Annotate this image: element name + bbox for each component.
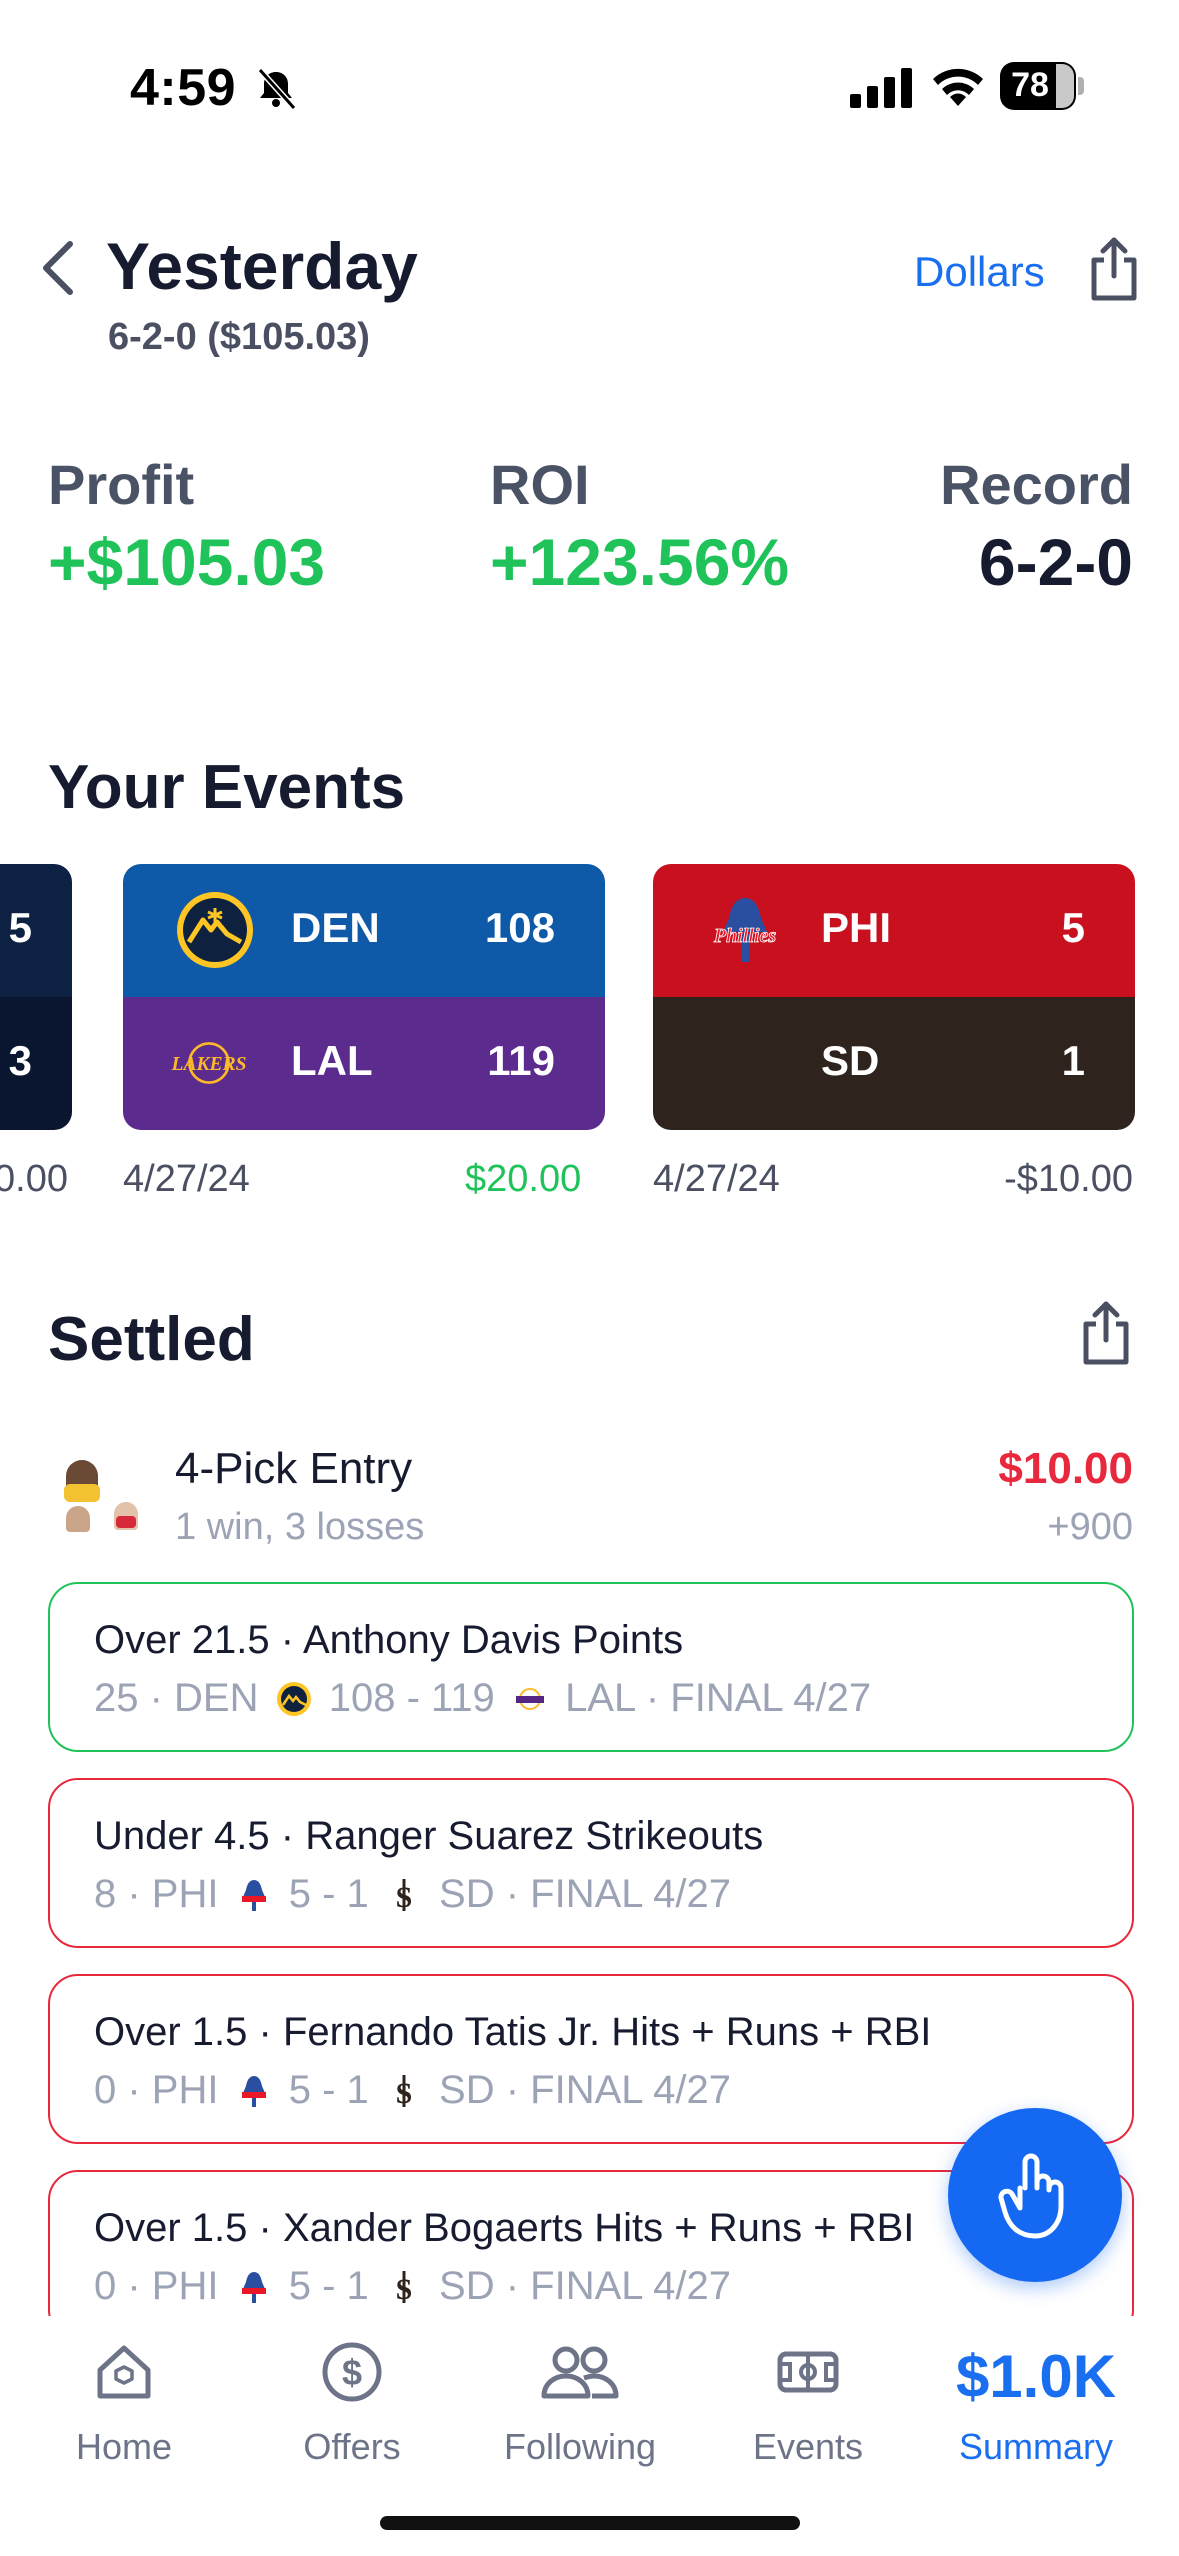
pick-title: Over 1.5 · Fernando Tatis Jr. Hits + Run… bbox=[94, 2010, 932, 2054]
event-card-partial[interactable]: 5 3 bbox=[0, 864, 72, 1130]
pick-card[interactable]: Over 21.5 · Anthony Davis Points 25 · DE… bbox=[48, 1582, 1134, 1752]
record-label: Record bbox=[940, 453, 1133, 516]
tab-events[interactable]: Events bbox=[718, 2316, 898, 2476]
pick-score: 5 - 1 bbox=[288, 1872, 369, 1916]
pick-score: 108 - 119 bbox=[328, 1676, 495, 1720]
settled-section-title: Settled bbox=[48, 1305, 255, 1374]
event-date: 4/27/24 bbox=[123, 1158, 250, 1200]
padres-logo-icon: S bbox=[396, 2271, 412, 2305]
tab-label: Events bbox=[752, 2426, 864, 2467]
profit-label: Profit bbox=[48, 453, 195, 516]
pick-summary: 25 · DEN 108 - 119 LAL · FINAL 4/27 bbox=[94, 1676, 871, 1721]
signal-icon bbox=[850, 68, 912, 108]
event-top-score: 108 bbox=[484, 904, 555, 951]
people-icon bbox=[541, 2346, 619, 2399]
pick-card[interactable]: Over 1.5 · Fernando Tatis Jr. Hits + Run… bbox=[48, 1974, 1134, 2144]
pick-opponent: SD · FINAL 4/27 bbox=[439, 2264, 731, 2308]
lakers-logo-icon bbox=[515, 1688, 544, 1710]
tab-label: Home bbox=[75, 2426, 173, 2467]
profit-value: +$105.03 bbox=[48, 525, 326, 599]
entry-odds: +900 bbox=[1047, 1506, 1133, 1548]
back-chevron-icon[interactable] bbox=[38, 238, 78, 298]
home-indicator bbox=[380, 2516, 800, 2530]
phillies-logo-icon bbox=[241, 2076, 266, 2107]
home-icon bbox=[97, 2345, 151, 2399]
entry-amount: $10.00 bbox=[998, 1444, 1133, 1493]
svg-text:LAKERS: LAKERS bbox=[171, 1054, 247, 1075]
event-amount: $20.00 bbox=[465, 1158, 582, 1200]
pick-opponent: LAL · FINAL 4/27 bbox=[565, 1676, 872, 1720]
tab-offers[interactable]: $ Offers bbox=[262, 2316, 442, 2476]
pick-title: Over 21.5 · Anthony Davis Points bbox=[94, 1618, 684, 1662]
pick-score: 5 - 1 bbox=[288, 2068, 369, 2112]
event-bottom-team: LAL bbox=[291, 1037, 373, 1084]
pick-summary: 8 · PHI 5 - 1 S SD · FINAL 4/27 bbox=[94, 1872, 731, 1917]
event-card-phi-sd[interactable]: Phillies PHI 5 SD 1 bbox=[653, 864, 1135, 1130]
units-toggle-button[interactable]: Dollars bbox=[914, 248, 1045, 296]
pick-title: Under 4.5 · Ranger Suarez Strikeouts bbox=[94, 1814, 764, 1858]
battery-icon: 78 bbox=[1000, 62, 1084, 110]
pick-summary: 0 · PHI 5 - 1 S SD · FINAL 4/27 bbox=[94, 2264, 731, 2309]
pick-score: 5 - 1 bbox=[288, 2264, 369, 2308]
partial-event-amount: 0.00 bbox=[0, 1158, 68, 1200]
wifi-icon bbox=[933, 68, 983, 106]
entry-avatars bbox=[60, 1458, 150, 1538]
pick-stat: 25 · DEN bbox=[94, 1676, 259, 1720]
event-top-score: 5 bbox=[1061, 904, 1085, 951]
event-top-team: PHI bbox=[821, 904, 892, 951]
entry-subtitle: 1 win, 3 losses bbox=[175, 1506, 425, 1548]
pick-title: Over 1.5 · Xander Bogaerts Hits + Runs +… bbox=[94, 2206, 915, 2250]
nuggets-logo-icon bbox=[276, 1682, 311, 1716]
nuggets-logo-icon bbox=[177, 892, 253, 968]
event-top-team: DEN bbox=[291, 904, 380, 951]
pick-card[interactable]: Under 4.5 · Ranger Suarez Strikeouts 8 ·… bbox=[48, 1778, 1134, 1948]
pick-opponent: SD · FINAL 4/27 bbox=[439, 2068, 731, 2112]
phillies-logo-icon bbox=[241, 1880, 266, 1911]
svg-text:$: $ bbox=[342, 2352, 362, 2393]
phillies-logo-icon bbox=[241, 2272, 266, 2303]
share-icon[interactable] bbox=[1086, 236, 1142, 302]
partial-bottom-score: 3 bbox=[8, 1037, 32, 1084]
tab-label: Offers bbox=[303, 2426, 401, 2467]
event-bottom-team: SD bbox=[821, 1037, 880, 1084]
page-subtitle: 6-2-0 ($105.03) bbox=[108, 316, 370, 358]
pick-stat: 0 · PHI bbox=[94, 2068, 219, 2112]
event-date: 4/27/24 bbox=[653, 1158, 780, 1200]
roi-label: ROI bbox=[490, 453, 590, 516]
tab-label: Following bbox=[503, 2426, 657, 2467]
tab-home[interactable]: Home bbox=[34, 2316, 214, 2476]
lakers-logo-icon: LAKERS bbox=[171, 1042, 247, 1084]
padres-logo-icon: S bbox=[396, 1879, 412, 1913]
tap-action-button[interactable] bbox=[948, 2108, 1122, 2282]
event-bottom-score: 1 bbox=[1061, 1037, 1085, 1084]
roi-value: +123.56% bbox=[490, 525, 790, 599]
bell-slash-icon bbox=[257, 67, 297, 110]
page-title: Yesterday bbox=[106, 229, 418, 303]
dollar-icon: $ bbox=[322, 2342, 382, 2402]
record-value: 6-2-0 bbox=[978, 525, 1133, 599]
stadium-icon bbox=[777, 2351, 839, 2393]
event-card-den-lal[interactable]: DEN 108 LAKERS LAL 119 bbox=[123, 864, 605, 1130]
partial-top-score: 5 bbox=[8, 904, 32, 951]
tab-following[interactable]: Following bbox=[490, 2316, 670, 2476]
pick-stat: 8 · PHI bbox=[94, 1872, 219, 1916]
event-amount: -$10.00 bbox=[1004, 1158, 1133, 1200]
status-time: 4:59 bbox=[130, 59, 237, 117]
summary-value: $1.0K bbox=[955, 2343, 1117, 2410]
pick-summary: 0 · PHI 5 - 1 S SD · FINAL 4/27 bbox=[94, 2068, 731, 2113]
entry-title[interactable]: 4-Pick Entry bbox=[175, 1444, 412, 1494]
events-section-title: Your Events bbox=[48, 753, 406, 822]
share-icon[interactable] bbox=[1078, 1300, 1134, 1366]
phillies-logo-icon: Phillies bbox=[712, 898, 777, 962]
svg-text:Phillies: Phillies bbox=[713, 925, 776, 947]
tap-hand-icon bbox=[998, 2153, 1064, 2239]
event-bottom-score: 119 bbox=[487, 1037, 555, 1084]
tab-summary[interactable]: $1.0K Summary bbox=[946, 2316, 1126, 2476]
pick-opponent: SD · FINAL 4/27 bbox=[439, 1872, 731, 1916]
pick-stat: 0 · PHI bbox=[94, 2264, 219, 2308]
tab-label: Summary bbox=[958, 2426, 1114, 2467]
padres-logo-icon: S bbox=[396, 2075, 412, 2109]
battery-level: 78 bbox=[1011, 66, 1049, 104]
